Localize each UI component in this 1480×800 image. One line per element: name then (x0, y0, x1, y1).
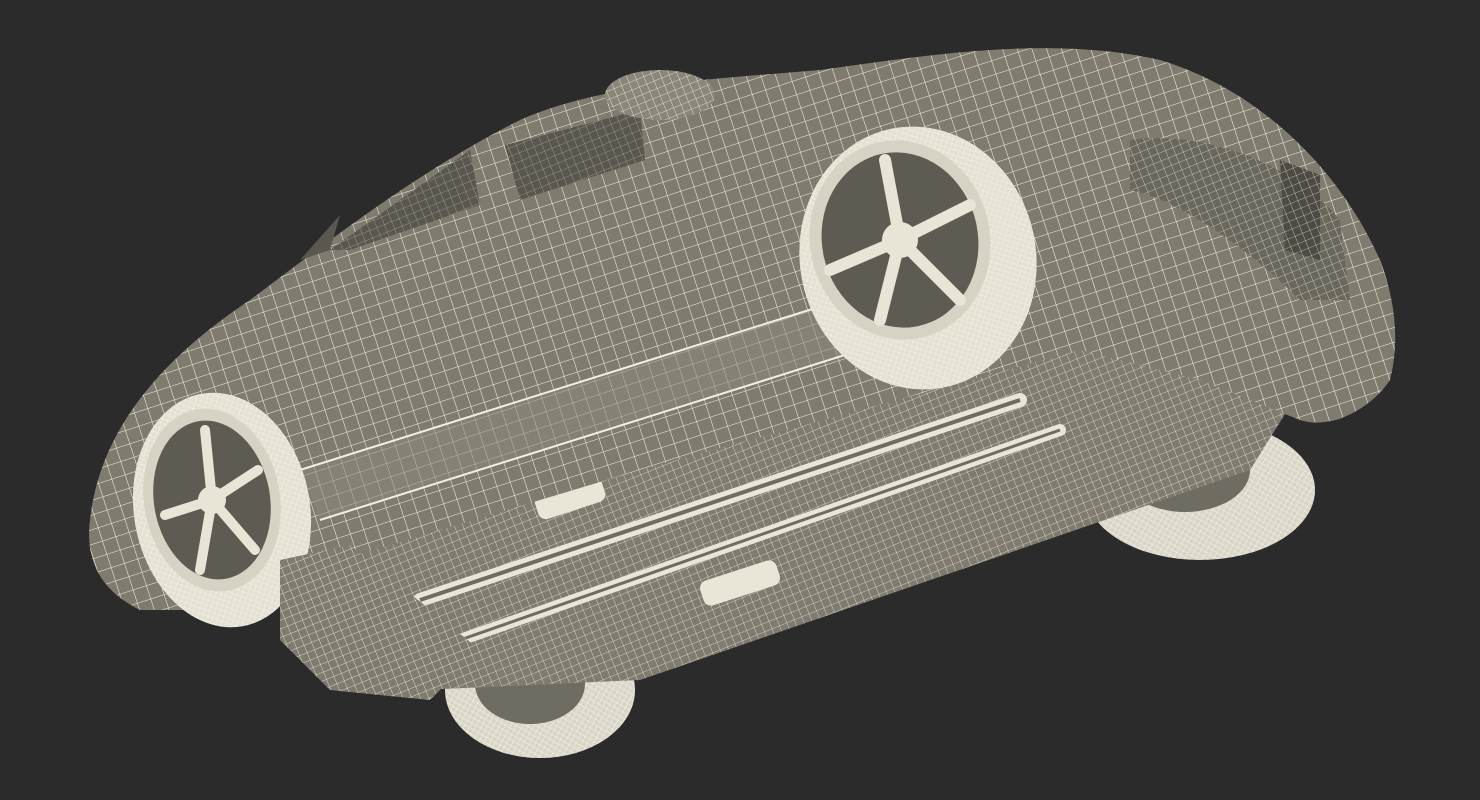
side-mirror (605, 70, 715, 120)
render-viewport (0, 0, 1480, 800)
car-wireframe-render (89, 48, 1396, 758)
